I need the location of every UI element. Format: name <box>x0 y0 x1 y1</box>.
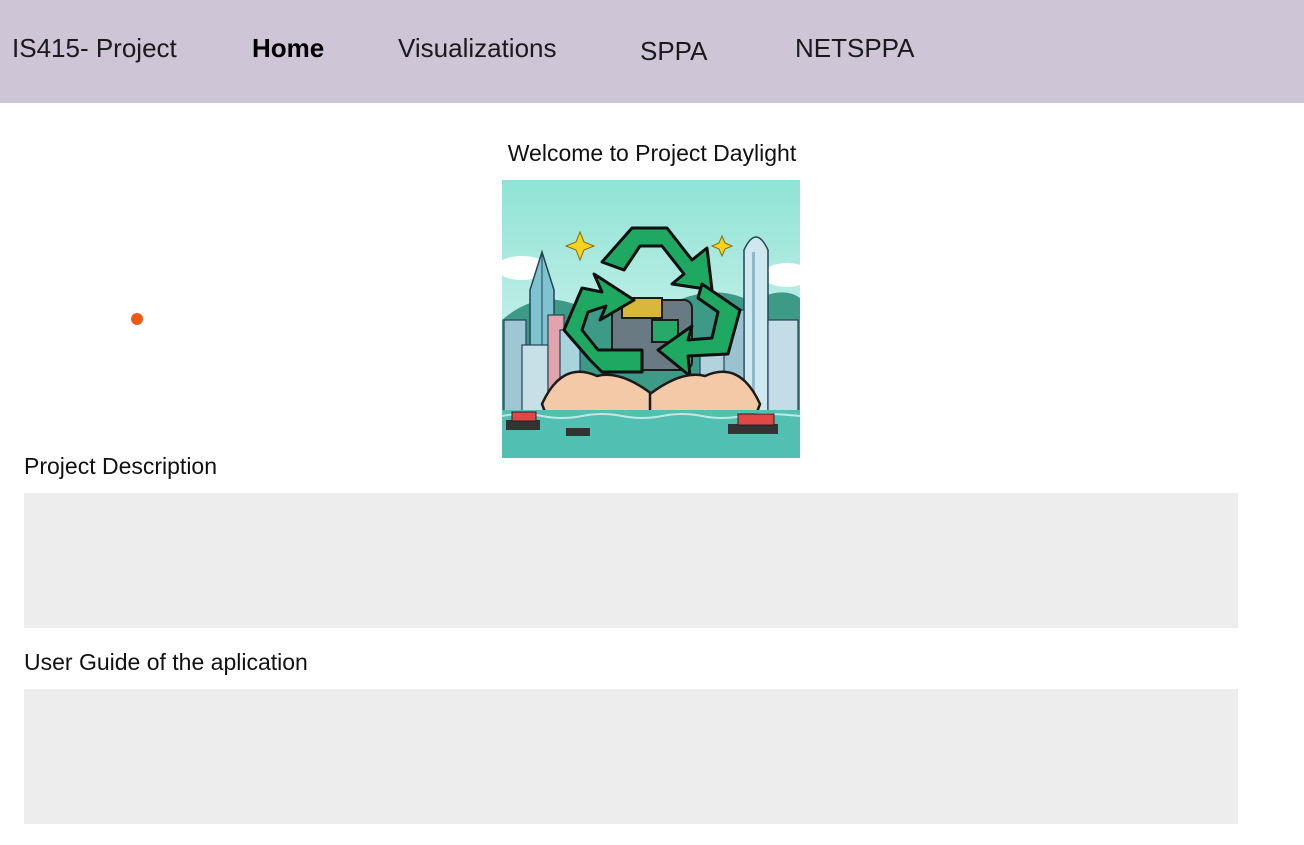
nav-item-sppa[interactable]: SPPA <box>640 36 707 67</box>
user-guide-panel <box>24 689 1238 824</box>
hero-image <box>502 180 800 458</box>
project-description-panel <box>24 493 1238 628</box>
recycling-illustration <box>502 180 800 458</box>
nav-item-visualizations[interactable]: Visualizations <box>398 33 557 64</box>
app-brand: IS415- Project <box>12 33 177 63</box>
nav-item-home[interactable]: Home <box>252 33 324 64</box>
status-dot <box>131 313 143 325</box>
top-navbar: IS415- Project Home Visualizations SPPA … <box>0 0 1304 103</box>
welcome-title: Welcome to Project Daylight <box>507 140 797 166</box>
user-guide-label: User Guide of the aplication <box>24 649 308 675</box>
project-description-label: Project Description <box>24 453 218 479</box>
nav-item-netsppa[interactable]: NETSPPA <box>795 33 914 64</box>
